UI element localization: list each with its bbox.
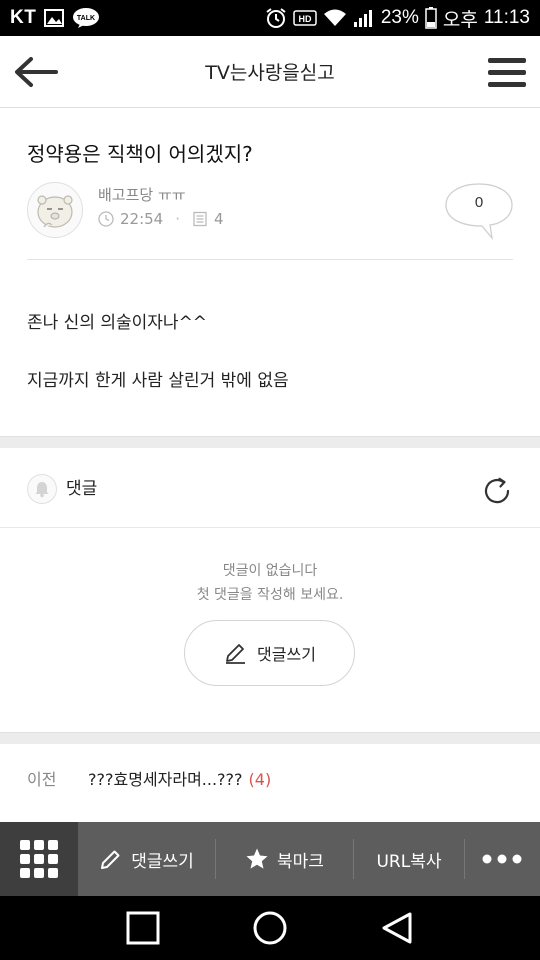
system-back-button[interactable] [372,903,422,953]
pencil-icon [101,850,120,869]
menu-button[interactable] [486,54,528,90]
kakaotalk-icon: TALK [72,7,100,29]
app-header: TV는사랑을싣고 [0,36,540,108]
circle-icon [253,911,287,945]
previous-post-comment-count: (4) [248,770,272,789]
section-divider [0,436,540,448]
square-icon [126,911,160,945]
comments-label: 댓글 [66,479,98,499]
post-time: 22:54 [120,210,164,228]
hamburger-menu-icon [488,58,526,87]
ampm-label: 오후 [442,9,478,31]
post-body-line-2: 지금까지 한게 사람 살린거 밖에 없음 [27,371,289,391]
empty-comments-message: 댓글이 없습니다 [222,563,318,579]
pencil-icon [226,644,246,664]
hd-icon: HD [293,9,317,27]
author-name[interactable]: 배고프당 ㅠㅠ [98,184,186,205]
more-dots-icon [482,854,522,864]
image-icon [44,9,65,27]
signal-icon [353,8,375,28]
previous-label: 이전 [27,770,57,789]
speech-bubble-icon [445,183,513,241]
write-comment-button[interactable]: 댓글쓰기 [184,620,355,686]
toolbar-write-comment-button[interactable]: 댓글쓰기 [78,822,215,896]
character-avatar-icon [37,195,73,228]
clock: 11:13 [483,7,530,28]
copy-url-button[interactable]: URL복사 [354,822,464,896]
previous-post-title-text: ???효명세자라며...??? [88,770,243,789]
refresh-button[interactable] [478,472,516,510]
section-divider [0,732,540,744]
clock-icon [98,211,114,227]
divider [27,259,513,260]
star-icon [246,848,268,869]
bookmark-button[interactable]: 북마크 [216,822,353,896]
bookmark-label: 북마크 [277,851,324,872]
post-meta: 22:54 · 4 [98,210,224,228]
copy-url-label: URL복사 [376,851,442,872]
recent-apps-button[interactable] [118,903,168,953]
svg-text:TALK: TALK [77,15,95,22]
home-button[interactable] [245,903,295,953]
page-title: TV는사랑을싣고 [205,62,335,84]
refresh-icon [484,477,510,504]
toolbar-write-comment-label: 댓글쓰기 [131,851,194,872]
previous-post-title: ???효명세자라며...??? (4) [88,766,271,790]
carrier-label: KT [10,7,37,28]
avatar[interactable] [27,182,83,238]
meta-separator: · [175,210,181,228]
more-options-button[interactable] [465,822,539,896]
grid-icon [20,840,58,878]
comment-count-bubble[interactable]: 0 [444,182,514,242]
view-count-icon [193,211,207,227]
battery-percent: 23% [380,7,419,28]
post-body-line-1: 존나 신의 의술이자나^^ [27,313,208,333]
empty-comments-hint: 첫 댓글을 작성해 보세요. [196,587,344,603]
write-comment-label: 댓글쓰기 [257,645,316,664]
triangle-back-icon [382,912,412,944]
status-bar: KT TALK HD 23% 오후 11:13 [0,0,540,36]
post: 정약용은 직책이 어의겠지? 배고프당 ㅠㅠ 22:54 · 4 0 존나 신의… [0,108,540,436]
back-arrow-icon [15,57,58,87]
view-count: 4 [214,210,224,228]
post-title: 정약용은 직책이 어의겠지? [27,142,253,166]
svg-text:HD: HD [298,14,311,24]
wifi-icon [323,8,347,28]
back-button[interactable] [12,54,60,90]
comments-section: 댓글 댓글이 없습니다 첫 댓글을 작성해 보세요. 댓글쓰기 [0,448,540,732]
comments-header: 댓글 [0,448,540,528]
comment-count: 0 [474,194,484,211]
bell-icon[interactable] [27,474,57,504]
system-navigation-bar [0,896,540,960]
battery-icon [425,7,437,29]
apps-grid-button[interactable] [0,822,78,896]
alarm-icon [265,7,287,29]
previous-post-link[interactable]: 이전 ???효명세자라며...??? (4) [0,744,540,822]
bottom-toolbar: 댓글쓰기 북마크 URL복사 [0,822,540,896]
